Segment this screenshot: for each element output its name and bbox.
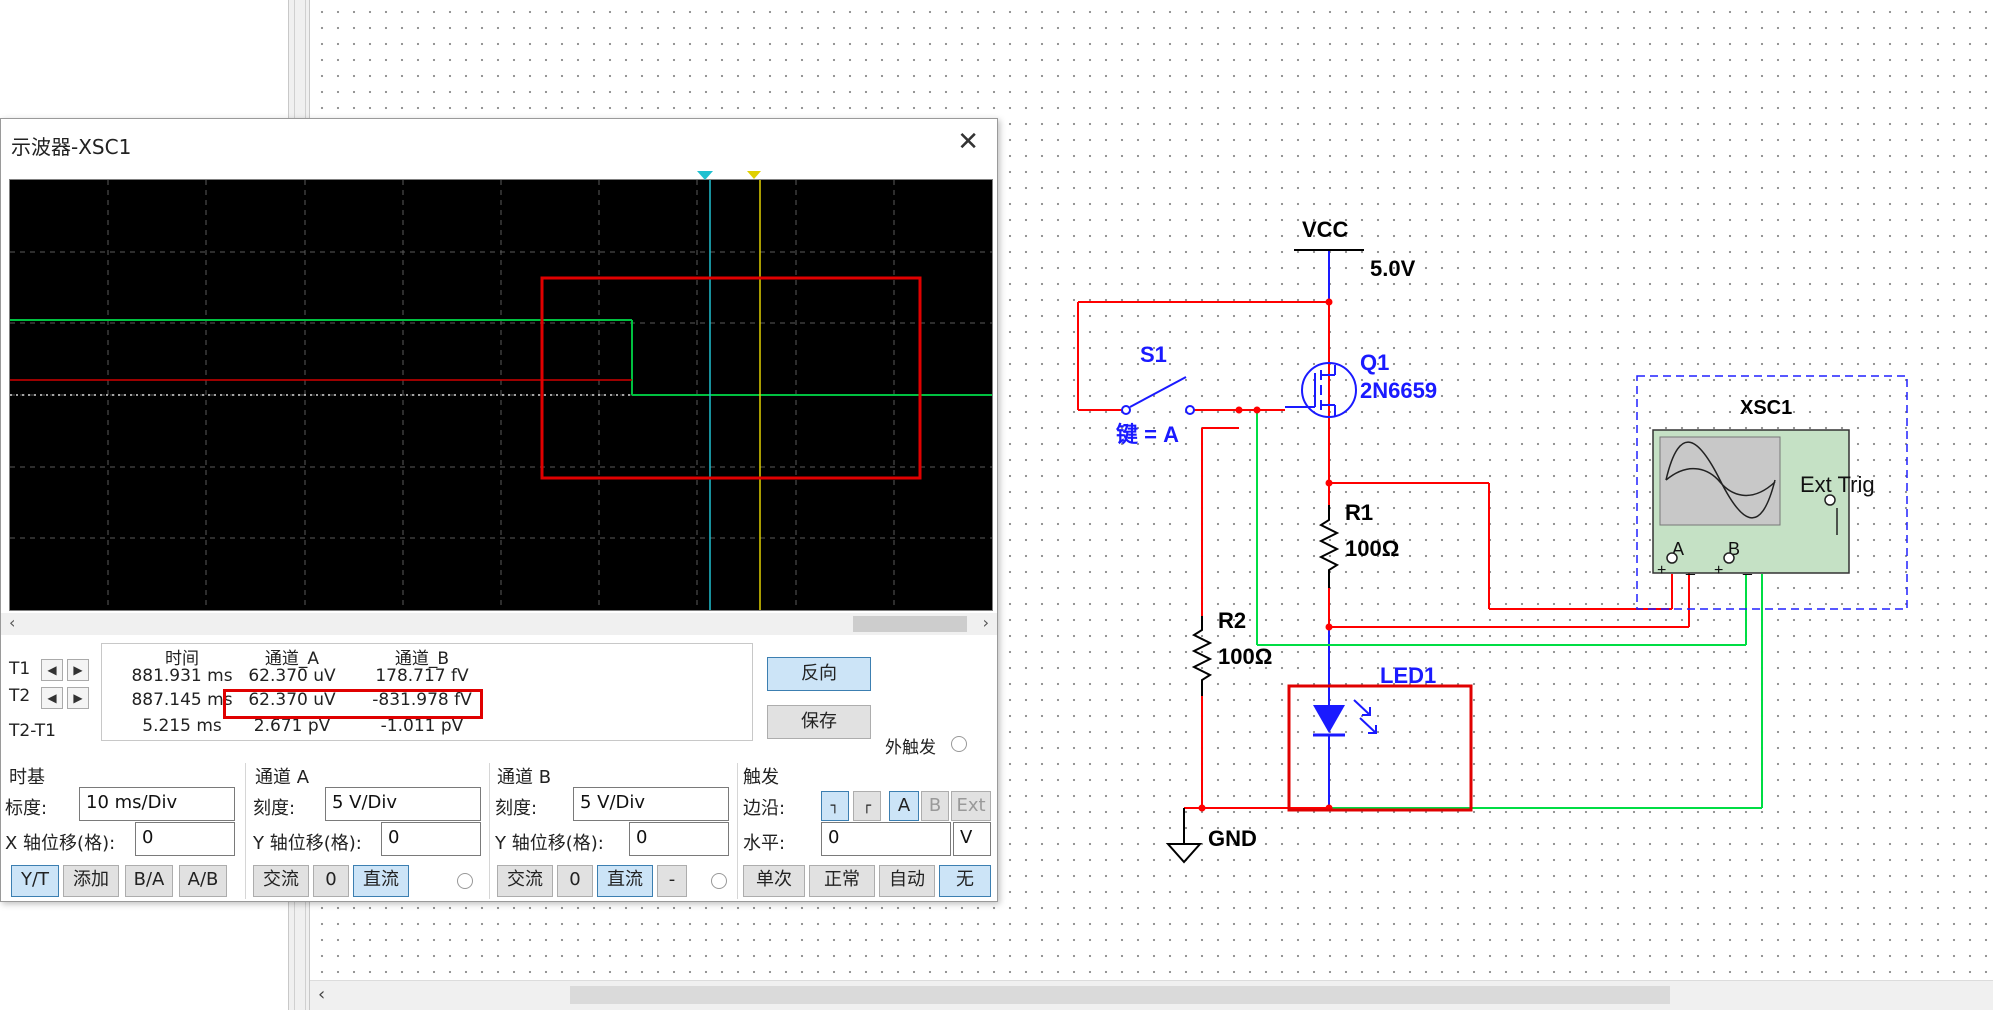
channel-a-ypos-label: Y 轴位移(格): xyxy=(253,833,362,854)
falling-edge-icon[interactable]: ┌ xyxy=(853,791,881,821)
close-icon[interactable]: ✕ xyxy=(957,127,979,157)
r2-value: 100Ω xyxy=(1218,644,1272,669)
window-title: 示波器-XSC1 xyxy=(11,135,132,159)
ext-trigger-radio[interactable] xyxy=(951,736,967,752)
channel-a-dc-button[interactable]: 直流 xyxy=(353,865,409,897)
x-position-input[interactable]: 0 xyxy=(135,822,235,856)
svg-text:+: + xyxy=(1657,562,1666,579)
scroll-left-icon[interactable]: ‹ xyxy=(318,984,325,1005)
svg-text:_: _ xyxy=(1685,559,1696,576)
channel-b-title: 通道 B xyxy=(497,767,552,788)
switch-label: S1 xyxy=(1140,342,1167,367)
channel-b-scale-input[interactable]: 5 V/Div xyxy=(573,787,729,821)
trigger-single-button[interactable]: 单次 xyxy=(743,865,805,897)
oscilloscope-window: 示波器-XSC1 ✕ ‹ › T1 T2 T2-T1 ◀ ▶ ◀ ▶ 时间 通道… xyxy=(0,118,998,902)
trigger-source-ext[interactable]: Ext xyxy=(951,791,991,821)
channel-a-ac-button[interactable]: 交流 xyxy=(253,865,309,897)
led-highlight-box xyxy=(1287,684,1473,812)
gnd-label: GND xyxy=(1208,826,1257,851)
x-position-label: X 轴位移(格): xyxy=(5,833,116,854)
scope-scroll-thumb[interactable] xyxy=(853,616,967,632)
trigger-edge-label: 边沿: xyxy=(743,798,786,819)
yt-mode-button[interactable]: Y/T xyxy=(11,865,59,897)
trigger-level-input[interactable]: 0 xyxy=(821,822,951,856)
scroll-right-icon[interactable]: › xyxy=(983,613,989,632)
row-label-t1: T1 xyxy=(9,659,31,679)
timebase-title: 时基 xyxy=(9,767,45,788)
trigger-level-unit[interactable]: V xyxy=(953,822,991,856)
mosfet-symbol xyxy=(1285,362,1357,418)
window-titlebar[interactable]: 示波器-XSC1 ✕ xyxy=(1,119,997,169)
channel-b-ypos-input[interactable]: 0 xyxy=(629,822,729,856)
channel-a-ypos-input[interactable]: 0 xyxy=(381,822,481,856)
t2-left-arrow-icon[interactable]: ◀ xyxy=(41,687,63,709)
svg-text:_: _ xyxy=(1742,559,1753,576)
diff-channel-a: 2.671 pV xyxy=(253,716,331,736)
xsc1-label: XSC1 xyxy=(1740,397,1792,419)
r1-label: R1 xyxy=(1345,500,1373,525)
row-label-diff: T2-T1 xyxy=(9,721,56,741)
trigger-normal-button[interactable]: 正常 xyxy=(809,865,875,897)
scroll-thumb[interactable] xyxy=(570,986,1670,1004)
ext-trigger-label: 外触发 xyxy=(885,738,936,758)
t1-left-arrow-icon[interactable]: ◀ xyxy=(41,659,63,681)
channel-a-radio[interactable] xyxy=(457,873,473,889)
channel-a-scale-input[interactable]: 5 V/Div xyxy=(325,787,481,821)
channel-a-title: 通道 A xyxy=(255,767,310,788)
trigger-level-label: 水平: xyxy=(743,833,786,854)
vcc-value: 5.0V xyxy=(1370,256,1416,281)
trigger-source-a[interactable]: A xyxy=(889,791,919,821)
row-label-t2: T2 xyxy=(9,686,31,706)
vcc-label: VCC xyxy=(1302,217,1349,242)
channel-a-zero-button[interactable]: 0 xyxy=(313,865,349,897)
scope-scrollbar[interactable]: ‹ › xyxy=(1,613,997,635)
scope-display xyxy=(9,179,993,611)
ext-trig-label: Ext Trig xyxy=(1800,472,1875,497)
t2-right-arrow-icon[interactable]: ▶ xyxy=(67,687,89,709)
r2-label: R2 xyxy=(1218,608,1246,633)
channel-a-scale-label: 刻度: xyxy=(253,798,296,819)
trigger-source-b[interactable]: B xyxy=(921,791,949,821)
t1-channel-b: 178.717 fV xyxy=(375,666,469,686)
channel-b-ac-button[interactable]: 交流 xyxy=(497,865,553,897)
trigger-auto-button[interactable]: 自动 xyxy=(879,865,935,897)
r1-value: 100Ω xyxy=(1345,536,1399,561)
channel-b-radio[interactable] xyxy=(711,873,727,889)
ab-mode-button[interactable]: A/B xyxy=(179,865,227,897)
trigger-none-button[interactable]: 无 xyxy=(939,865,991,897)
svg-text:+: + xyxy=(1714,562,1723,579)
channel-b-zero-button[interactable]: 0 xyxy=(557,865,593,897)
scroll-left-icon[interactable]: ‹ xyxy=(9,613,15,632)
ba-mode-button[interactable]: B/A xyxy=(125,865,173,897)
diff-channel-b: -1.011 pV xyxy=(380,716,464,736)
timebase-scale-input[interactable]: 10 ms/Div xyxy=(79,787,235,821)
timebase-scale-label: 标度: xyxy=(5,798,48,819)
cursor-t2-handle[interactable] xyxy=(747,171,761,179)
led-label: LED1 xyxy=(1380,663,1436,688)
channel-b-scale-label: 刻度: xyxy=(495,798,538,819)
trigger-title: 触发 xyxy=(743,767,779,788)
switch-key: 键 = A xyxy=(1116,422,1179,447)
readout-highlight-box xyxy=(223,689,483,719)
t1-channel-a: 62.370 uV xyxy=(248,666,336,686)
reverse-button[interactable]: 反向 xyxy=(767,657,871,691)
t1-right-arrow-icon[interactable]: ▶ xyxy=(67,659,89,681)
add-mode-button[interactable]: 添加 xyxy=(63,865,119,897)
q1-part: 2N6659 xyxy=(1360,378,1437,403)
channel-b-ypos-label: Y 轴位移(格): xyxy=(495,833,604,854)
rising-edge-icon[interactable]: ┐ xyxy=(821,791,849,821)
channel-b-dc-button[interactable]: 直流 xyxy=(597,865,653,897)
q1-label: Q1 xyxy=(1360,350,1389,375)
save-button[interactable]: 保存 xyxy=(767,705,871,739)
scope-highlight-box xyxy=(540,276,922,480)
cursor-t1-handle[interactable] xyxy=(697,171,713,180)
channel-b-invert-button[interactable]: - xyxy=(657,865,687,897)
canvas-horizontal-scrollbar[interactable]: ‹ xyxy=(310,980,1993,1010)
